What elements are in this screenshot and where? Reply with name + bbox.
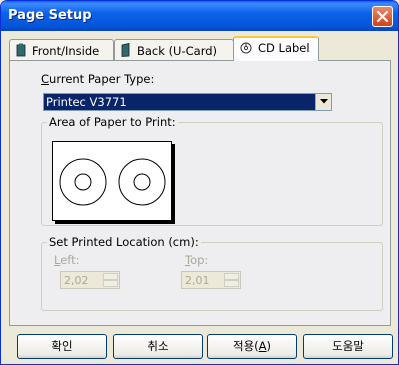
paper-preview xyxy=(52,141,172,221)
window-title: Page Setup xyxy=(8,8,92,23)
top-offset-spinner[interactable]: 2,01 xyxy=(181,271,241,289)
cd-label-panel: Current Paper Type: Printec V3771 Area o… xyxy=(9,60,391,326)
book-icon xyxy=(121,43,131,60)
left-offset-label: Left: xyxy=(54,253,80,267)
tab-label: Front/Inside xyxy=(32,44,100,58)
tab-cd-label[interactable]: CD Label xyxy=(233,36,319,61)
paper-type-value: Printec V3771 xyxy=(46,95,127,109)
cd-discs-preview xyxy=(59,158,166,206)
cd-disc-left-hole xyxy=(74,173,92,191)
help-button[interactable]: 도움말 xyxy=(303,334,393,359)
print-area-legend: Area of Paper to Print: xyxy=(47,115,178,129)
close-button[interactable] xyxy=(372,6,393,27)
page-setup-dialog: Page Setup Front/Inside Back (U-Card) CD… xyxy=(0,0,399,365)
cancel-button[interactable]: 취소 xyxy=(113,334,203,359)
left-offset-value: 2,02 xyxy=(64,274,89,287)
tab-back-u-card[interactable]: Back (U-Card) xyxy=(114,39,234,60)
spin-up-button[interactable] xyxy=(103,273,118,280)
print-area-group: Area of Paper to Print: xyxy=(41,115,383,226)
title-bar[interactable]: Page Setup xyxy=(1,1,398,31)
tab-label: Back (U-Card) xyxy=(137,44,218,58)
left-offset-spinner[interactable]: 2,02 xyxy=(60,271,120,289)
tab-front-inside[interactable]: Front/Inside xyxy=(9,39,114,60)
tab-strip: Front/Inside Back (U-Card) CD Label xyxy=(9,36,391,61)
cd-icon xyxy=(240,42,252,57)
top-offset-value: 2,01 xyxy=(185,274,210,287)
document-icon xyxy=(16,43,26,60)
ok-button[interactable]: 확인 xyxy=(17,334,107,359)
top-offset-label: Top: xyxy=(185,253,209,267)
cd-disc-right-hole xyxy=(133,173,151,191)
spin-down-button[interactable] xyxy=(103,280,118,287)
apply-button[interactable]: 적용(A) xyxy=(207,334,297,359)
dropdown-arrow-button[interactable] xyxy=(315,94,331,110)
tab-label: CD Label xyxy=(258,41,310,55)
spin-up-button[interactable] xyxy=(224,273,239,280)
paper-type-dropdown[interactable]: Printec V3771 xyxy=(43,93,332,111)
chevron-down-icon xyxy=(320,99,328,104)
close-icon xyxy=(376,10,389,23)
spin-down-button[interactable] xyxy=(224,280,239,287)
printed-location-legend: Set Printed Location (cm): xyxy=(47,235,201,249)
paper-type-label: Current Paper Type: xyxy=(41,72,155,86)
printed-location-group: Set Printed Location (cm): Left: Top: 2,… xyxy=(41,235,383,311)
